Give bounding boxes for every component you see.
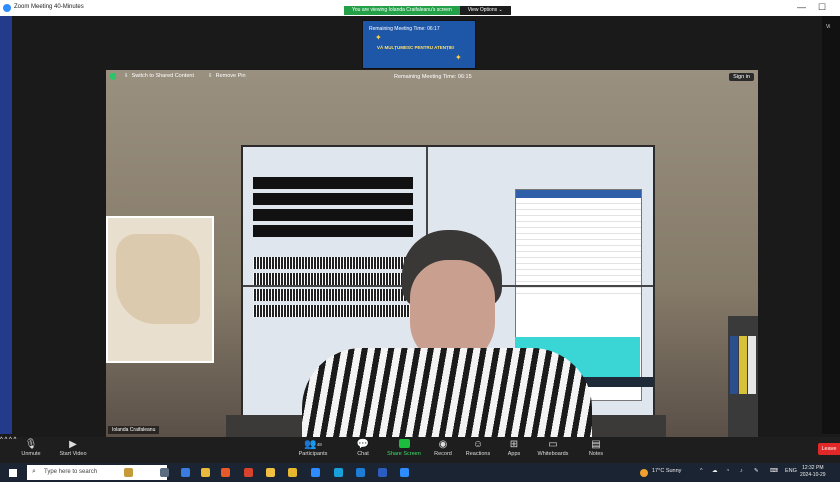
speaker-person [292,220,592,437]
sign-in-button[interactable]: Sign in [729,73,754,81]
participants-label: Participants [298,451,328,457]
binder-shelf [728,316,758,437]
office-icon[interactable] [244,468,253,477]
zoom-logo-icon [3,4,11,12]
firefox-icon[interactable] [221,468,230,477]
left-edge-strip [0,16,12,434]
zoom-icon[interactable] [311,468,320,477]
share-screen-label: Share Screen [387,451,421,457]
wall-map [106,216,214,363]
map-land-shape [116,234,200,324]
weather-sun-icon[interactable] [640,469,648,477]
video-top-bar: ⇩ Switch to Shared Content ⇩ Remove Pin … [106,70,758,84]
security-shield-icon[interactable] [110,73,116,80]
reactions-label: Reactions [465,451,491,457]
speaker-striped-shirt [302,348,592,437]
cloud-icon[interactable]: ☁ [712,468,718,474]
outlook-icon[interactable] [356,468,365,477]
chat-label: Chat [357,451,369,457]
switch-to-shared-content-label: Switch to Shared Content [131,73,194,79]
notes-button[interactable]: ▤ Notes [573,439,619,457]
speaker-video[interactable]: ⇩ Switch to Shared Content ⇩ Remove Pin … [106,70,758,437]
remove-pin-label: Remove Pin [215,73,246,79]
minimize-button[interactable]: — [797,2,806,12]
whiteboards-label: Whiteboards [537,451,569,457]
start-video-button[interactable]: ▶ Start Video [50,439,96,457]
search-icon: ⌕ [32,468,36,475]
binder [730,336,738,394]
weather-text[interactable]: 17°C Sunny [652,468,681,474]
tray-overflow-icon[interactable]: ^ [700,468,703,474]
input-method-icon[interactable]: ⌨ [770,468,778,474]
whiteboard-icon: ▭ [548,439,558,450]
thumbnail-slide-text: VĂ MULȚUMESC PENTRU ATENȚIE! [377,45,455,50]
language-indicator[interactable]: ENG [785,468,797,474]
file-explorer-icon[interactable] [266,468,275,477]
network-icon[interactable]: ◔ [726,468,729,474]
video-options-caret[interactable]: ^ [5,437,8,443]
windows-start-icon[interactable] [9,469,17,477]
remaining-meeting-time: Remaining Meeting Time: 06:15 [394,74,472,80]
word-icon[interactable] [378,468,387,477]
unmute-button[interactable]: 🎙 Unmute [8,439,54,457]
record-label: Record [434,451,452,457]
switch-to-shared-content-button[interactable]: ⇩ Switch to Shared Content [124,73,194,79]
clock-time: 12:32 PM [802,465,824,471]
whiteboards-button[interactable]: ▭ Whiteboards [530,439,576,457]
star-icon: ✦ [455,53,462,62]
volume-icon[interactable]: ♪ [740,468,743,474]
unmute-label: Unmute [21,451,41,457]
view-options-label: View Options [467,7,498,13]
table-header-bar [516,190,641,198]
chat-button[interactable]: 💬 Chat [340,439,386,457]
thumbnail-remaining-time: Remaining Meeting Time: 06:17 [369,26,440,32]
pin-icon: ⇩ [124,73,129,79]
binder [748,336,756,394]
binder [739,336,747,394]
right-panel-strip: Vi [822,16,840,434]
view-options-button[interactable]: View Options ⌄ [459,6,511,15]
pin-icon: ⇩ [208,73,213,79]
bird-widget-icon[interactable] [124,468,133,477]
viewing-screen-message: You are viewing Iolanda Craifaleanu's sc… [344,6,460,15]
apps-label: Apps [507,451,521,457]
screen-share-banner: You are viewing Iolanda Craifaleanu's sc… [344,6,511,15]
taskbar-search-box[interactable]: ⌕ Type here to search [27,465,167,480]
pen-icon[interactable]: ✎ [754,468,759,474]
audio-options-caret[interactable]: ^ [0,437,3,443]
participants-button[interactable]: 👥48 Participants [290,439,336,457]
notes-label: Notes [588,451,604,457]
participants-icon: 👥48 [304,439,322,450]
windows-taskbar: ⌕ Type here to search 17°C Sunny ^ ☁ ◔ ♪… [0,463,840,482]
zoom-active-icon[interactable] [400,468,409,477]
remove-pin-button[interactable]: ⇩ Remove Pin [208,73,246,79]
taskbar-clock[interactable]: 12:32 PM 2024-10-29 [800,465,826,479]
folder-icon[interactable] [288,468,297,477]
search-placeholder: Type here to search [44,469,98,475]
seismogram-trace [253,177,413,189]
maximize-button[interactable]: ☐ [818,2,826,13]
chrome-icon[interactable] [201,468,210,477]
clock-date: 2024-10-29 [800,472,826,478]
star-icon: ✦ [375,33,382,42]
window-title: Zoom Meeting 40-Minutes [14,4,84,10]
meeting-controls-bar: 🎙 Unmute ^ ▶ Start Video ^ 👥48 Participa… [0,437,840,463]
video-off-icon: ▶ [69,439,77,450]
chevron-down-icon: ⌄ [498,7,503,13]
task-view-icon[interactable] [160,468,169,477]
right-strip-label: Vi [826,24,831,30]
shared-screen-thumbnail[interactable]: Remaining Meeting Time: 06:17 ✦ VĂ MULȚU… [362,20,476,69]
chat-icon: 💬 [356,439,370,450]
participants-count: 48 [316,442,322,447]
participant-name-tag: Iolanda Craifaleanu [108,426,160,434]
edge-icon[interactable] [334,468,343,477]
leave-button[interactable]: Leave [818,443,840,455]
store-icon[interactable] [181,468,190,477]
notes-icon: ▤ [591,439,601,450]
microphone-muted-icon: 🎙 [24,439,38,450]
seismogram-trace [253,193,413,205]
start-video-label: Start Video [59,451,87,457]
